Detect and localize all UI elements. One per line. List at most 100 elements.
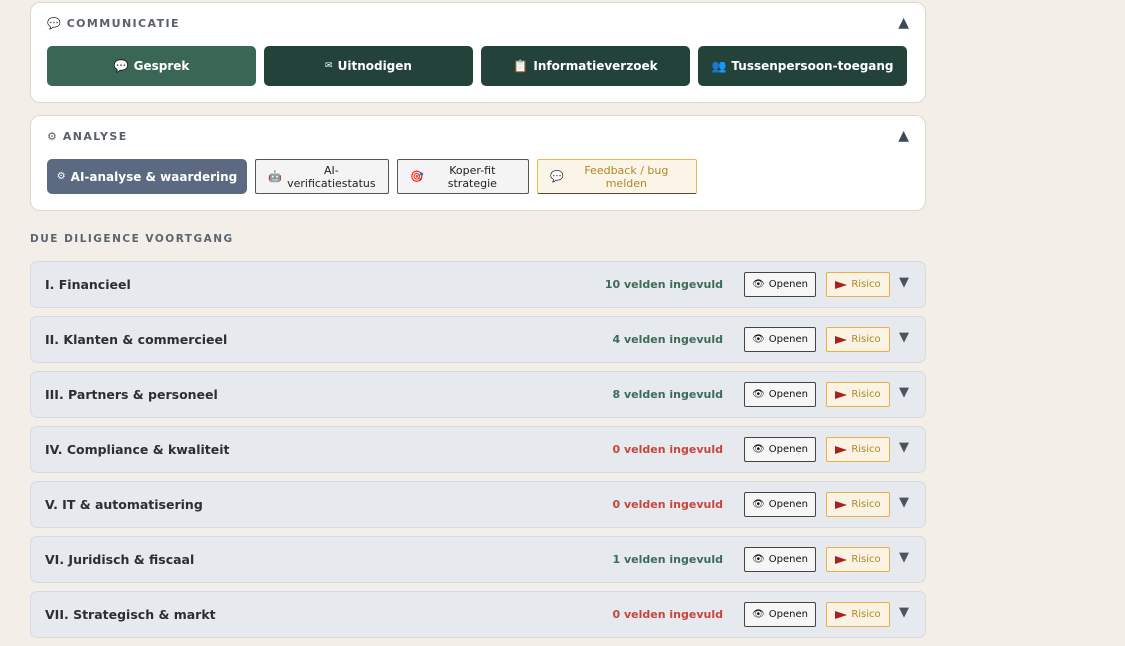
risk-button[interactable]: Risico [826, 327, 890, 352]
analyse-card: ⚙ ANALYSE ▲ ⚙ AI-analyse & waardering 🤖 … [30, 115, 926, 211]
speech-bubble-icon: 💬 [113, 59, 129, 73]
risk-button[interactable]: Risico [826, 437, 890, 462]
ai-verificatiestatus-button[interactable]: 🤖 AI-verificatiestatus [255, 159, 389, 194]
list-item: III. Partners & personeel 8 velden ingev… [30, 371, 926, 418]
open-label: Openen [768, 444, 808, 455]
clipboard-icon: 📋 [513, 59, 529, 73]
eye-icon: 👁 [752, 389, 765, 400]
analyse-title: ANALYSE [62, 130, 128, 143]
chevron-down-icon[interactable]: ▼ [899, 495, 909, 510]
collapse-up-icon[interactable]: ▲ [898, 128, 909, 144]
section-title: VII. Strategisch & markt [45, 607, 216, 622]
risk-button[interactable]: Risico [826, 602, 890, 627]
section-title: V. IT & automatisering [45, 497, 203, 512]
eye-icon: 👁 [752, 554, 765, 565]
risk-label: Risico [851, 609, 881, 620]
open-label: Openen [768, 609, 808, 620]
target-icon: 🎯 [410, 170, 424, 183]
communicatie-actions: 💬 Gesprek ✉ Uitnodigen 📋 Informatieverzo… [47, 46, 907, 86]
due-diligence-list: I. Financieel 10 velden ingevuld 👁 Openen… [30, 261, 926, 646]
chevron-down-icon[interactable]: ▼ [899, 275, 909, 290]
ai-analyse-label: AI-analyse & waardering [70, 169, 238, 184]
communicatie-card: 💬 COMMUNICATIE ▲ 💬 Gesprek ✉ Uitnodigen … [30, 2, 926, 103]
gear-icon: ⚙ [56, 171, 66, 182]
informatieverzoek-button[interactable]: 📋 Informatieverzoek [481, 46, 690, 86]
chevron-down-icon[interactable]: ▼ [899, 385, 909, 400]
chevron-down-icon[interactable]: ▼ [899, 330, 909, 345]
flag-icon [835, 280, 848, 289]
fields-count: 8 velden ingevuld [612, 388, 723, 401]
open-label: Openen [768, 334, 808, 345]
risk-label: Risico [851, 334, 881, 345]
collapse-up-icon[interactable]: ▲ [898, 15, 909, 31]
open-label: Openen [768, 389, 808, 400]
section-title: VI. Juridisch & fiscaal [45, 552, 195, 567]
open-label: Openen [768, 499, 808, 510]
risk-button[interactable]: Risico [826, 272, 890, 297]
chevron-down-icon[interactable]: ▼ [899, 605, 909, 620]
eye-icon: 👁 [752, 444, 765, 455]
uitnodigen-button[interactable]: ✉ Uitnodigen [264, 46, 473, 86]
fields-count: 0 velden ingevuld [612, 608, 723, 621]
list-item: II. Klanten & commercieel 4 velden ingev… [30, 316, 926, 363]
uitnodigen-label: Uitnodigen [337, 59, 412, 73]
section-title: III. Partners & personeel [45, 387, 218, 402]
list-item: V. IT & automatisering 0 velden ingevuld… [30, 481, 926, 528]
flag-icon [835, 610, 848, 619]
due-diligence-heading: DUE DILIGENCE VOORTGANG [30, 233, 234, 245]
feedback-bug-label: Feedback / bug melden [584, 163, 669, 190]
section-title: IV. Compliance & kwaliteit [45, 442, 230, 457]
risk-label: Risico [851, 499, 881, 510]
ai-verificatiestatus-label: AI-verificatiestatus [287, 163, 376, 190]
flag-icon [835, 390, 848, 399]
feedback-bug-button[interactable]: 💬 Feedback / bug melden [537, 159, 697, 194]
risk-label: Risico [851, 279, 881, 290]
gesprek-button[interactable]: 💬 Gesprek [47, 46, 256, 86]
chevron-down-icon[interactable]: ▼ [899, 550, 909, 565]
flag-icon [835, 335, 848, 344]
speech-bubble-icon: 💬 [47, 17, 61, 30]
communicatie-header: 💬 COMMUNICATIE [47, 17, 180, 30]
speech-bubble-icon: 💬 [550, 170, 564, 183]
tussenpersoon-toegang-button[interactable]: 👥 Tussenpersoon-toegang [698, 46, 907, 86]
ai-analyse-button[interactable]: ⚙ AI-analyse & waardering [47, 159, 247, 194]
chevron-down-icon[interactable]: ▼ [899, 440, 909, 455]
gear-icon: ⚙ [47, 130, 57, 143]
tussenpersoon-toegang-label: Tussenpersoon-toegang [731, 59, 894, 73]
open-button[interactable]: 👁 Openen [744, 272, 816, 297]
open-label: Openen [768, 554, 808, 565]
eye-icon: 👁 [752, 279, 765, 290]
list-item: VI. Juridisch & fiscaal 1 velden ingevul… [30, 536, 926, 583]
risk-button[interactable]: Risico [826, 492, 890, 517]
eye-icon: 👁 [752, 609, 765, 620]
flag-icon [835, 500, 848, 509]
risk-button[interactable]: Risico [826, 547, 890, 572]
risk-label: Risico [851, 389, 881, 400]
risk-button[interactable]: Risico [826, 382, 890, 407]
analyse-actions: ⚙ AI-analyse & waardering 🤖 AI-verificat… [47, 159, 697, 194]
fields-count: 0 velden ingevuld [612, 443, 723, 456]
section-title: I. Financieel [45, 277, 131, 292]
flag-icon [835, 555, 848, 564]
eye-icon: 👁 [752, 499, 765, 510]
list-item: VII. Strategisch & markt 0 velden ingevu… [30, 591, 926, 638]
open-button[interactable]: 👁 Openen [744, 382, 816, 407]
communicatie-title: COMMUNICATIE [66, 17, 180, 30]
open-button[interactable]: 👁 Openen [744, 602, 816, 627]
fields-count: 0 velden ingevuld [612, 498, 723, 511]
koper-fit-strategie-label: Koper-fit strategie [447, 163, 497, 190]
people-icon: 👥 [711, 59, 727, 73]
envelope-icon: ✉ [325, 61, 333, 71]
gesprek-label: Gesprek [133, 59, 190, 73]
section-title: II. Klanten & commercieel [45, 332, 228, 347]
fields-count: 1 velden ingevuld [612, 553, 723, 566]
risk-label: Risico [851, 444, 881, 455]
eye-icon: 👁 [752, 334, 765, 345]
open-button[interactable]: 👁 Openen [744, 492, 816, 517]
informatieverzoek-label: Informatieverzoek [533, 59, 658, 73]
open-button[interactable]: 👁 Openen [744, 327, 816, 352]
open-button[interactable]: 👁 Openen [744, 437, 816, 462]
robot-icon: 🤖 [268, 170, 282, 183]
open-button[interactable]: 👁 Openen [744, 547, 816, 572]
koper-fit-strategie-button[interactable]: 🎯 Koper-fit strategie [397, 159, 529, 194]
